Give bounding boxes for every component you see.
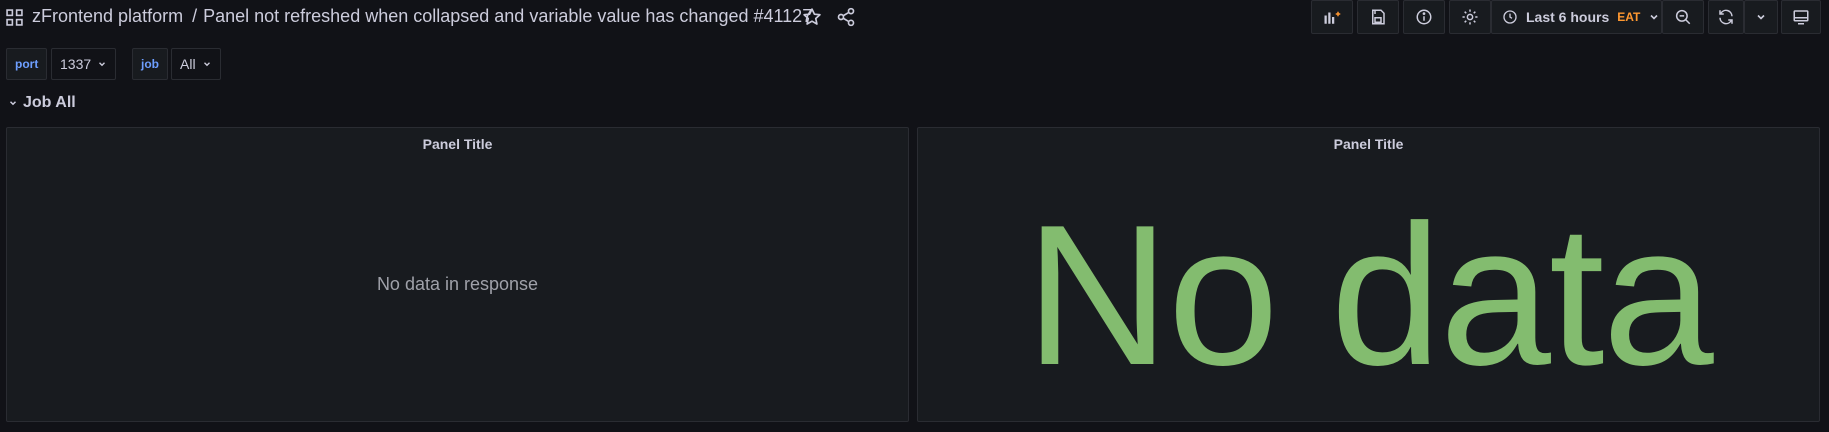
chevron-down-icon (9, 101, 17, 106)
stat-value: No data (1025, 184, 1714, 407)
panel-right[interactable]: Panel Title No data (917, 127, 1820, 422)
dashboard-navbar: zFrontend platform / Panel not refreshed… (0, 0, 1829, 36)
save-button[interactable] (1357, 0, 1399, 34)
folder-link[interactable]: zFrontend platform (32, 6, 183, 27)
row-toggle[interactable]: Job All (8, 94, 76, 112)
share-icon[interactable] (836, 7, 856, 27)
variable-select-port[interactable]: 1337 (51, 48, 117, 80)
chevron-down-icon (203, 62, 210, 67)
breadcrumb-separator: / (192, 6, 198, 26)
breadcrumb: zFrontend platform / Panel not refreshed… (32, 6, 812, 27)
star-icon[interactable] (802, 7, 822, 27)
tv-mode-button[interactable] (1781, 0, 1821, 34)
refresh-icon (1719, 9, 1733, 25)
dashboard-info-button[interactable] (1403, 0, 1445, 34)
add-panel-icon (1324, 11, 1341, 24)
apps-grid-icon[interactable] (6, 9, 23, 26)
chevron-down-icon (99, 62, 106, 67)
variable-value-job: All (180, 56, 196, 72)
chevron-down-icon (1650, 14, 1658, 20)
info-icon (1416, 9, 1432, 25)
timezone-badge: EAT (1617, 10, 1641, 24)
no-data-message: No data in response (376, 274, 539, 294)
time-range-picker[interactable]: Last 6 hours EAT (1491, 0, 1662, 34)
clock-icon (1503, 10, 1517, 24)
zoom-out-button[interactable] (1662, 0, 1704, 34)
variable-select-job[interactable]: All (171, 48, 221, 80)
dashboard-title[interactable]: Panel not refreshed when collapsed and v… (203, 6, 812, 27)
variable-label-port: port (6, 48, 48, 80)
refresh-interval-dropdown[interactable] (1744, 0, 1778, 34)
time-range-label: Last 6 hours (1526, 9, 1610, 25)
save-icon (1372, 9, 1385, 25)
zoom-out-icon (1675, 9, 1691, 25)
variable-value-port: 1337 (60, 56, 92, 72)
tv-mode-icon (1793, 10, 1809, 25)
panel-left[interactable]: Panel Title No data in response (6, 127, 909, 422)
refresh-button[interactable] (1708, 0, 1744, 34)
row-title: Job All (23, 94, 76, 111)
dashboard-settings-button[interactable] (1449, 0, 1491, 34)
settings-icon (1462, 9, 1478, 25)
chevron-down-icon (1757, 14, 1765, 20)
variable-label-job: job (132, 48, 168, 80)
panel-title[interactable]: Panel Title (7, 136, 908, 152)
panel-title[interactable]: Panel Title (918, 136, 1819, 152)
add-panel-button[interactable] (1311, 0, 1353, 34)
